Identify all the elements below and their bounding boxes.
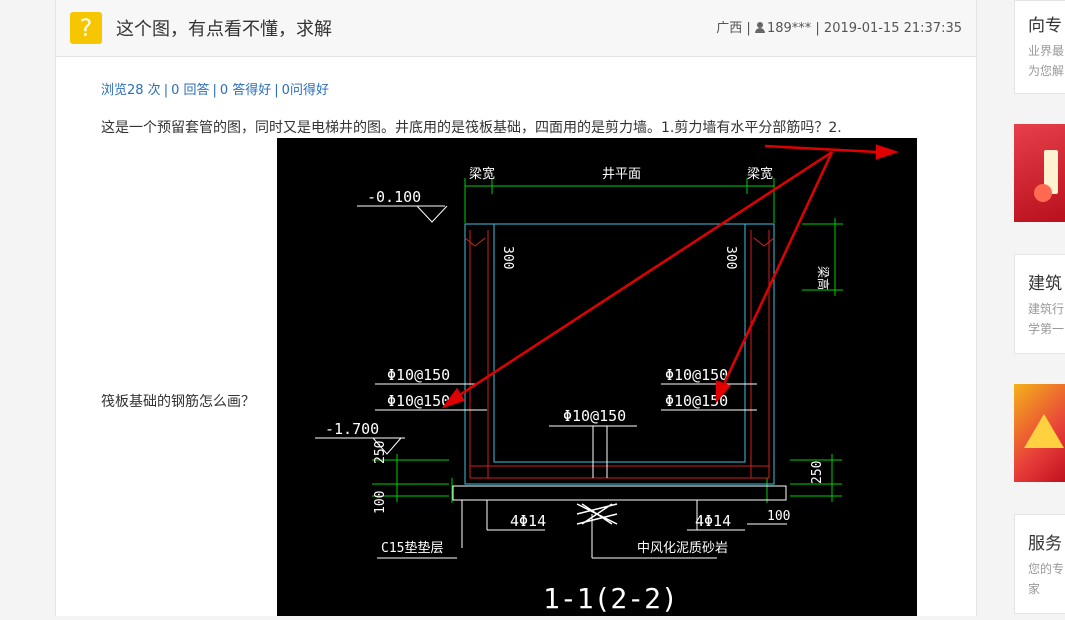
sidebar-card-desc: 业界最 xyxy=(1028,44,1065,58)
sidebar-card-desc: 建筑行 xyxy=(1028,302,1065,316)
triangle-decoration-icon xyxy=(1024,414,1064,448)
sidebar-card-title: 服务 xyxy=(1028,534,1062,554)
bar-left-label: 4Φ14 xyxy=(510,512,546,530)
stats-separator: | xyxy=(212,83,217,98)
question-meta: 广西 | 189*** | 2019-01-15 21:37:35 xyxy=(716,17,962,36)
promo-banner-1[interactable] xyxy=(1014,124,1065,222)
dim-300-right: 300 xyxy=(723,246,738,269)
user-name[interactable]: 189*** xyxy=(767,21,811,36)
drawing-labels: -0.100 -1.700 梁宽 梁宽 井平面 梁高 300 300 Φ10@1… xyxy=(325,166,831,615)
stats-separator: | xyxy=(274,83,279,98)
right-sidebar: 向专 业界最 为您解 建筑 建筑行 学第一 服务 您的专 家 xyxy=(1014,0,1065,616)
sidebar-card-service[interactable]: 服务 您的专 家 xyxy=(1014,514,1065,614)
question-panel: ? 这个图，有点看不懂，求解 广西 | 189*** | 2019-01-15 … xyxy=(55,0,977,616)
sidebar-card-title: 向专 xyxy=(1028,16,1062,36)
rock-hatch xyxy=(576,503,618,525)
promo-banner-2[interactable] xyxy=(1014,384,1065,482)
sandstone-label: 中风化泥质砂岩 xyxy=(637,541,728,556)
meta-separator: | xyxy=(815,21,824,36)
user-icon xyxy=(754,22,765,33)
rebar-left-2: Φ10@150 xyxy=(387,392,450,410)
ornament-icon xyxy=(1034,184,1052,202)
rebar-left-1: Φ10@150 xyxy=(387,366,450,384)
question-stats: 浏览28 次 | 0 回答 | 0 答得好 | 0问得好 xyxy=(101,79,329,98)
page: ? 这个图，有点看不懂，求解 广西 | 189*** | 2019-01-15 … xyxy=(0,0,1065,616)
elevation-bottom-label: -1.700 xyxy=(325,420,379,438)
section-title: 1-1(2-2) xyxy=(543,582,678,615)
question-body-text-2: 筏板基础的钢筋怎么画？ xyxy=(101,394,255,410)
dim-250-left: 250 xyxy=(373,441,388,464)
post-datetime: 2019-01-15 21:37:35 xyxy=(823,21,962,36)
bar-right-label: 4Φ14 xyxy=(695,512,731,530)
question-body-text: 这是一个预留套管的图，同时又是电梯井的图。井底用的是筏板基础，四面用的是剪力墙。… xyxy=(101,120,842,136)
views-count: 浏览28 次 xyxy=(101,83,161,98)
elevation-top-label: -0.100 xyxy=(367,188,421,206)
sidebar-card-desc: 为您解 xyxy=(1028,64,1065,78)
sidebar-card-title: 建筑 xyxy=(1028,274,1062,294)
shaft-plane-label: 井平面 xyxy=(602,167,641,182)
sidebar-card-desc: 家 xyxy=(1028,582,1041,596)
sidebar-card-desc: 您的专 xyxy=(1028,562,1065,576)
good-questions-link[interactable]: 0问得好 xyxy=(282,83,329,98)
question-mark-icon: ? xyxy=(70,12,102,44)
answers-link[interactable]: 0 回答 xyxy=(171,83,209,98)
sidebar-card-expert[interactable]: 向专 业界最 为您解 xyxy=(1014,0,1065,94)
dim-250-right: 250 xyxy=(810,461,825,484)
cad-drawing: -0.100 -1.700 梁宽 梁宽 井平面 梁高 300 300 Φ10@1… xyxy=(315,144,899,615)
dim-100-right: 100 xyxy=(767,509,790,524)
meta-separator: | xyxy=(746,21,755,36)
sidebar-card-building[interactable]: 建筑 建筑行 学第一 xyxy=(1014,254,1065,354)
beam-width-left-label: 梁宽 xyxy=(469,166,495,182)
dim-300-left: 300 xyxy=(500,246,515,269)
cushion-label: C15垫垫层 xyxy=(381,540,443,556)
beam-width-right-label: 梁宽 xyxy=(747,166,773,182)
question-header: ? 这个图，有点看不懂，求解 广西 | 189*** | 2019-01-15 … xyxy=(56,0,976,57)
cad-drawing-image[interactable]: -0.100 -1.700 梁宽 梁宽 井平面 梁高 300 300 Φ10@1… xyxy=(277,138,917,616)
dim-100-left: 100 xyxy=(373,491,388,514)
stats-separator: | xyxy=(163,83,169,98)
good-answers-link[interactable]: 0 答得好 xyxy=(220,83,271,98)
beam-height-label: 梁高 xyxy=(816,266,831,290)
rebar-middle: Φ10@150 xyxy=(563,407,626,425)
sidebar-card-desc: 学第一 xyxy=(1028,322,1065,336)
question-title: 这个图，有点看不懂，求解 xyxy=(116,19,332,40)
region-label: 广西 xyxy=(716,21,743,36)
